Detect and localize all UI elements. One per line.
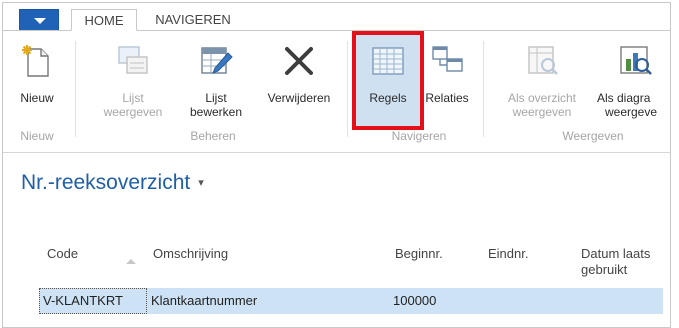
ribbon-tab-strip: HOME NAVIGEREN <box>3 3 670 31</box>
group-label-new: Nieuw <box>20 129 54 143</box>
new-button[interactable]: Nieuw <box>13 39 61 121</box>
tab-navigeren[interactable]: NAVIGEREN <box>141 9 245 31</box>
delete-button[interactable]: Verwijderen <box>257 39 341 121</box>
separator <box>347 41 348 137</box>
new-document-icon <box>22 45 49 77</box>
separator <box>483 41 484 137</box>
page-title[interactable]: Nr.-reeksoverzicht ▾ <box>21 171 204 195</box>
app-menu-button[interactable] <box>19 9 59 31</box>
column-header-start-no[interactable]: Beginnr. <box>395 246 443 262</box>
delete-label: Verwijderen <box>267 91 331 105</box>
sort-ascending-icon[interactable] <box>126 259 136 264</box>
window: HOME NAVIGEREN Nieuw Lijst weergeven Lij… <box>2 2 671 328</box>
column-header-end-no[interactable]: Eindnr. <box>488 246 528 262</box>
list-edit-label: Lijst bewerken <box>189 91 243 119</box>
tab-home[interactable]: HOME <box>71 9 137 31</box>
column-header-last-used-date[interactable]: Datum laats gebruikt <box>581 246 650 278</box>
list-edit-button[interactable]: Lijst bewerken <box>183 39 249 121</box>
group-label-view: Weergeven <box>562 129 624 143</box>
lines-label: Regels <box>369 91 407 105</box>
title-dropdown-icon[interactable]: ▾ <box>198 177 204 189</box>
page-title-text: Nr.-reeksoverzicht <box>21 171 191 194</box>
list-view-icon <box>118 46 148 74</box>
list-edit-icon <box>201 47 233 74</box>
delete-x-icon <box>285 47 313 75</box>
list-view-label: Lijst weergeven <box>103 91 163 119</box>
as-chart-button[interactable]: Als diagra weergeve <box>593 39 670 121</box>
relations-button[interactable]: Relaties <box>421 39 473 121</box>
cell-start-no[interactable]: 100000 <box>393 293 436 308</box>
group-label-manage: Beheren <box>190 129 236 143</box>
group-label-navigate: Navigeren <box>391 129 447 143</box>
as-chart-label: Als diagra weergeve <box>597 91 658 119</box>
focused-cell <box>39 288 147 314</box>
list-view-button[interactable]: Lijst weergeven <box>101 39 165 121</box>
as-overview-label: Als overzicht weergeven <box>507 91 577 119</box>
column-header-code[interactable]: Code <box>47 246 78 262</box>
app-menu-caret-icon <box>34 18 46 24</box>
chart-icon <box>620 46 652 75</box>
lines-grid-icon <box>372 47 404 75</box>
separator <box>75 41 76 137</box>
lines-button[interactable]: Regels <box>356 39 420 121</box>
relations-label: Relaties <box>425 91 469 105</box>
overview-icon <box>528 46 558 75</box>
new-button-label: Nieuw <box>20 91 54 105</box>
column-header-description[interactable]: Omschrijving <box>153 246 228 262</box>
cell-description[interactable]: Klantkaartnummer <box>151 293 257 308</box>
ribbon: Nieuw Lijst weergeven Lijst bewerken Ver… <box>3 30 670 153</box>
relations-icon <box>432 46 463 72</box>
as-overview-button[interactable]: Als overzicht weergeven <box>497 39 587 121</box>
